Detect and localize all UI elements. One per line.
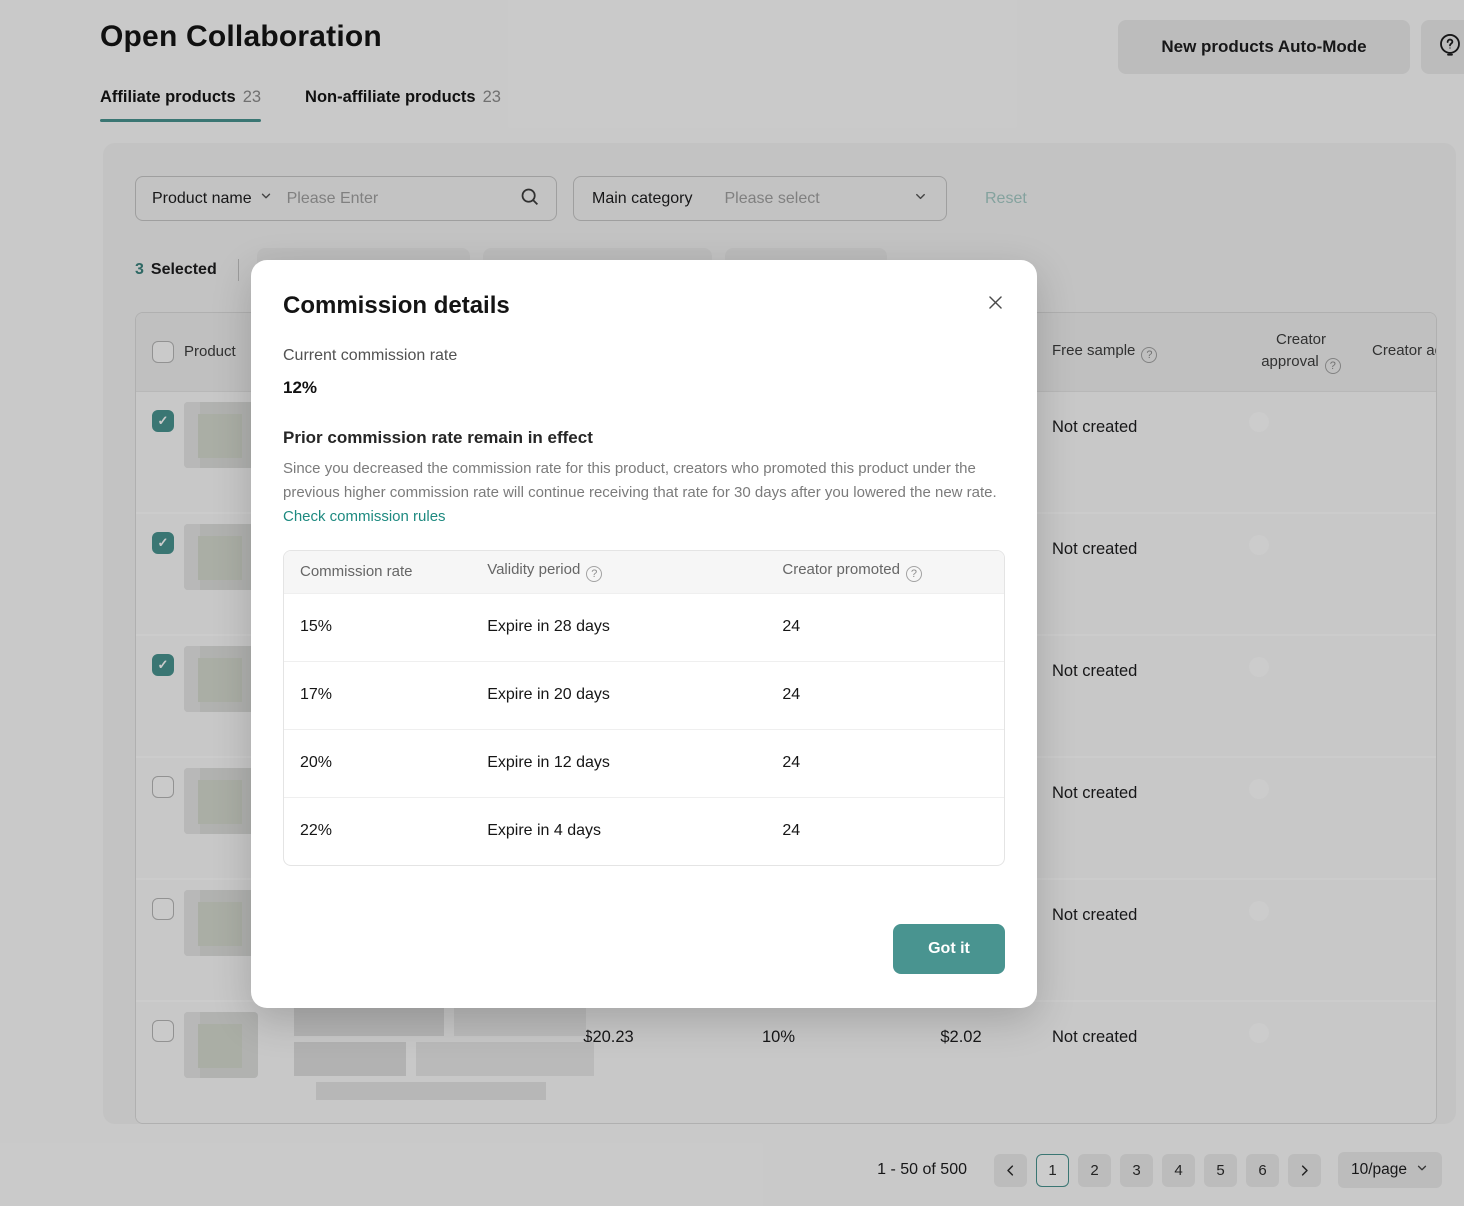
prior-rate-description: Since you decreased the commission rate … bbox=[283, 457, 1005, 529]
creator-promoted-value: 24 bbox=[766, 661, 1004, 729]
commission-rate-value: 20% bbox=[284, 729, 471, 797]
validity-period-value: Expire in 4 days bbox=[471, 797, 766, 865]
current-rate-value: 12% bbox=[283, 378, 1005, 398]
check-commission-rules-link[interactable]: Check commission rules bbox=[283, 508, 446, 525]
commission-rate-value: 15% bbox=[284, 593, 471, 661]
prior-rate-text: Since you decreased the commission rate … bbox=[283, 460, 997, 501]
current-rate-label: Current commission rate bbox=[283, 347, 1005, 365]
modal-table-header-row: Commission rate Validity period Creator … bbox=[284, 551, 1004, 593]
table-row: 20% Expire in 12 days 24 bbox=[284, 729, 1004, 797]
creator-promoted-value: 24 bbox=[766, 797, 1004, 865]
table-row: 22% Expire in 4 days 24 bbox=[284, 797, 1004, 865]
question-icon[interactable] bbox=[586, 566, 602, 582]
commission-details-modal: Commission details Current commission ra… bbox=[251, 260, 1037, 1008]
modal-title: Commission details bbox=[283, 292, 1005, 320]
table-row: 17% Expire in 20 days 24 bbox=[284, 661, 1004, 729]
column-header-creator-promoted: Creator promoted bbox=[766, 551, 1004, 593]
validity-period-value: Expire in 12 days bbox=[471, 729, 766, 797]
table-row: 15% Expire in 28 days 24 bbox=[284, 593, 1004, 661]
creator-promoted-value: 24 bbox=[766, 593, 1004, 661]
got-it-button[interactable]: Got it bbox=[893, 924, 1005, 974]
commission-rate-value: 17% bbox=[284, 661, 471, 729]
creator-promoted-value: 24 bbox=[766, 729, 1004, 797]
column-header-commission-rate: Commission rate bbox=[284, 551, 471, 593]
commission-history-table: Commission rate Validity period Creator … bbox=[283, 550, 1005, 866]
validity-period-value: Expire in 28 days bbox=[471, 593, 766, 661]
commission-rate-value: 22% bbox=[284, 797, 471, 865]
close-icon[interactable] bbox=[981, 288, 1009, 316]
prior-rate-heading: Prior commission rate remain in effect bbox=[283, 428, 1005, 448]
question-icon[interactable] bbox=[906, 566, 922, 582]
validity-period-value: Expire in 20 days bbox=[471, 661, 766, 729]
column-header-validity-period: Validity period bbox=[471, 551, 766, 593]
